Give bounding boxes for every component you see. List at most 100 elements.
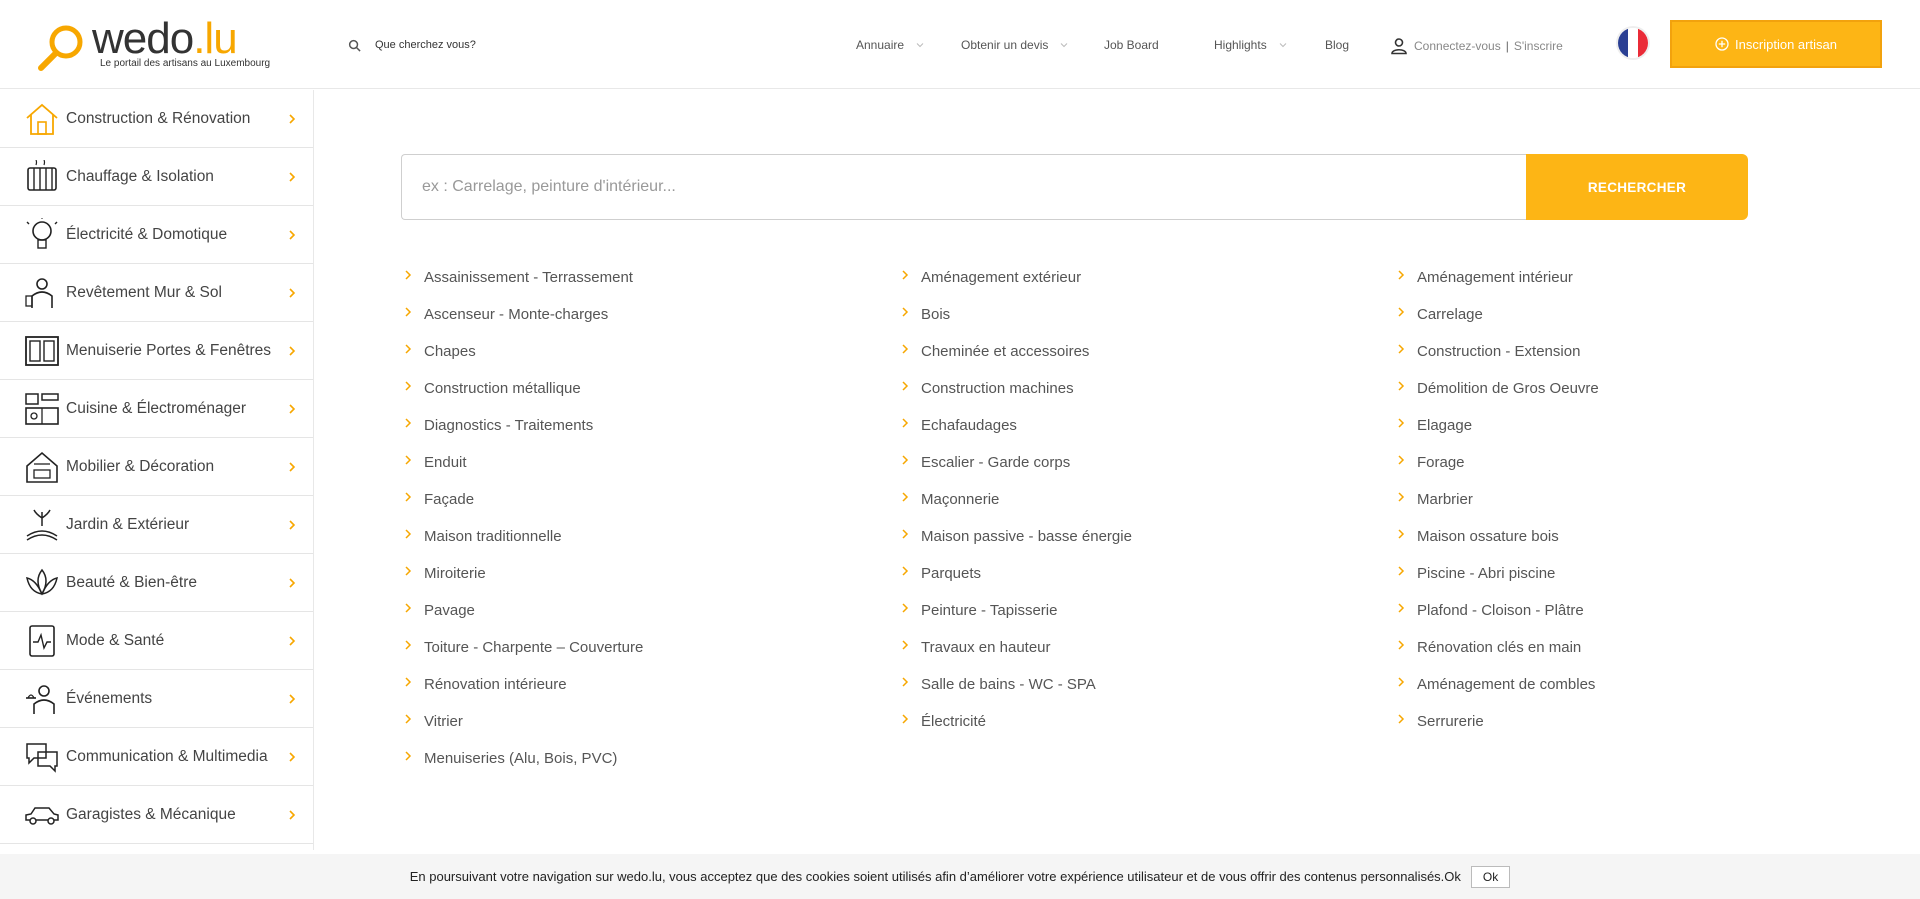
category-link[interactable]: Construction - Extension [1397, 333, 1877, 370]
category-link[interactable]: Enduit [404, 444, 884, 481]
category-link[interactable]: Chapes [404, 333, 884, 370]
category-link[interactable]: Aménagement extérieur [901, 259, 1381, 296]
sidebar-item-chauffage[interactable]: Chauffage & Isolation [0, 148, 313, 206]
sidebar-item-garagistes[interactable]: Garagistes & Mécanique [0, 786, 313, 844]
category-link[interactable]: Rénovation clés en main [1397, 629, 1877, 666]
category-link[interactable]: Forage [1397, 444, 1877, 481]
sidebar-item-revetement[interactable]: Revêtement Mur & Sol [0, 264, 313, 322]
sidebar-item-communication[interactable]: Communication & Multimedia [0, 728, 313, 786]
sidebar-item-label: Revêtement Mur & Sol [66, 283, 222, 301]
category-link[interactable]: Carrelage [1397, 296, 1877, 333]
category-link[interactable]: Maçonnerie [901, 481, 1381, 518]
chevron-right-icon [289, 461, 296, 472]
register-link[interactable]: S'inscrire [1514, 39, 1563, 53]
category-link[interactable]: Construction machines [901, 370, 1381, 407]
category-label: Forage [1417, 454, 1465, 471]
sidebar-item-label: Électricité & Domotique [66, 225, 228, 243]
category-link[interactable]: Maison traditionnelle [404, 518, 884, 555]
category-label: Rénovation clés en main [1417, 639, 1582, 656]
category-link[interactable]: Aménagement intérieur [1397, 259, 1877, 296]
nav-job-board[interactable]: Job Board [1104, 38, 1159, 52]
sidebar-item-construction[interactable]: Construction & Rénovation [0, 90, 313, 148]
health-icon [29, 625, 55, 657]
sidebar-item-menuiserie[interactable]: Menuiserie Portes & Fenêtres [0, 322, 313, 380]
category-link[interactable]: Elagage [1397, 407, 1877, 444]
cookie-text: En poursuivant votre navigation sur wedo… [409, 869, 1461, 884]
category-link[interactable]: Echafaudages [901, 407, 1381, 444]
category-link[interactable]: Diagnostics - Traitements [404, 407, 884, 444]
nav-blog[interactable]: Blog [1325, 38, 1349, 52]
sidebar-item-mobilier[interactable]: Mobilier & Décoration [0, 438, 313, 496]
site-logo[interactable]: wedo.lu Le portail des artisans au Luxem… [36, 14, 276, 74]
category-link[interactable]: Travaux en hauteur [901, 629, 1381, 666]
category-link[interactable]: Piscine - Abri piscine [1397, 555, 1877, 592]
login-link[interactable]: Connectez-vous [1414, 39, 1501, 53]
category-link[interactable]: Cheminée et accessoires [901, 333, 1381, 370]
category-link[interactable]: Maison ossature bois [1397, 518, 1877, 555]
category-link[interactable]: Marbrier [1397, 481, 1877, 518]
category-link[interactable]: Menuiseries (Alu, Bois, PVC) [404, 740, 884, 777]
category-link[interactable]: Rénovation intérieure [404, 666, 884, 703]
header-search[interactable]: Que cherchez vous? [348, 34, 476, 56]
category-link[interactable]: Plafond - Cloison - Plâtre [1397, 592, 1877, 629]
main-search-input[interactable] [401, 154, 1526, 220]
category-link[interactable]: Miroiterie [404, 555, 884, 592]
category-label: Assainissement - Terrassement [424, 269, 633, 286]
inscription-artisan-button[interactable]: Inscription artisan [1670, 20, 1882, 68]
chevron-right-icon [1398, 602, 1405, 613]
logo-tagline: Le portail des artisans au Luxembourg [100, 58, 271, 69]
category-link[interactable]: Bois [901, 296, 1381, 333]
sidebar-item-beaute[interactable]: Beauté & Bien-être [0, 554, 313, 612]
chevron-right-icon [289, 287, 296, 298]
chevron-right-icon [1398, 565, 1405, 576]
nav-annuaire[interactable]: Annuaire [856, 38, 924, 52]
category-link[interactable]: Maison passive - basse énergie [901, 518, 1381, 555]
category-link[interactable]: Aménagement de combles [1397, 666, 1877, 703]
category-link[interactable]: Électricité [901, 703, 1381, 740]
inscription-artisan-label: Inscription artisan [1735, 36, 1837, 52]
category-link[interactable]: Assainissement - Terrassement [404, 259, 884, 296]
category-label: Plafond - Cloison - Plâtre [1417, 602, 1584, 619]
sidebar-item-jardin[interactable]: Jardin & Extérieur [0, 496, 313, 554]
category-label: Électricité [921, 713, 987, 730]
login-area: Connectez-vous | S'inscrire [1390, 37, 1563, 55]
category-link[interactable]: Escalier - Garde corps [901, 444, 1381, 481]
fr-flag-icon[interactable] [1618, 28, 1648, 58]
flag-red-stripe [1638, 28, 1648, 58]
category-label: Aménagement intérieur [1417, 269, 1573, 286]
chevron-right-icon [1398, 269, 1405, 280]
category-link[interactable]: Façade [404, 481, 884, 518]
category-link[interactable]: Démolition de Gros Oeuvre [1397, 370, 1877, 407]
category-link[interactable]: Vitrier [404, 703, 884, 740]
category-link[interactable]: Serrurerie [1397, 703, 1877, 740]
chevron-right-icon [902, 306, 909, 317]
site-header: wedo.lu Le portail des artisans au Luxem… [0, 0, 1920, 89]
plus-circle-icon [1715, 37, 1729, 51]
category-link[interactable]: Construction métallique [404, 370, 884, 407]
nav-highlights[interactable]: Highlights [1214, 38, 1287, 52]
cookie-ok-button[interactable]: Ok [1470, 865, 1511, 888]
sidebar-item-label: Beauté & Bien-être [66, 573, 197, 591]
category-link[interactable]: Pavage [404, 592, 884, 629]
header-search-placeholder[interactable]: Que cherchez vous? [375, 39, 476, 51]
rechercher-button[interactable]: RECHERCHER [1526, 154, 1748, 220]
category-link[interactable]: Ascenseur - Monte-charges [404, 296, 884, 333]
nav-devis[interactable]: Obtenir un devis [961, 38, 1068, 52]
sidebar-item-evenements[interactable]: Événements [0, 670, 313, 728]
sidebar-item-cuisine[interactable]: Cuisine & Électroménager [0, 380, 313, 438]
chevron-right-icon [405, 343, 412, 354]
chevron-right-icon [1398, 639, 1405, 650]
category-link[interactable]: Salle de bains - WC - SPA [901, 666, 1381, 703]
garden-icon [26, 509, 58, 541]
category-link[interactable]: Toiture - Charpente – Couverture [404, 629, 884, 666]
sidebar-item-electricite[interactable]: Électricité & Domotique [0, 206, 313, 264]
category-label: Parquets [921, 565, 982, 582]
chevron-right-icon [902, 380, 909, 391]
sidebar-item-mode-sante[interactable]: Mode & Santé [0, 612, 313, 670]
chevron-down-icon [1279, 43, 1287, 48]
category-link[interactable]: Peinture - Tapisserie [901, 592, 1381, 629]
chevron-right-icon [1398, 417, 1405, 428]
category-link[interactable]: Parquets [901, 555, 1381, 592]
category-label: Ascenseur - Monte-charges [424, 306, 609, 323]
chevron-right-icon [289, 693, 296, 704]
